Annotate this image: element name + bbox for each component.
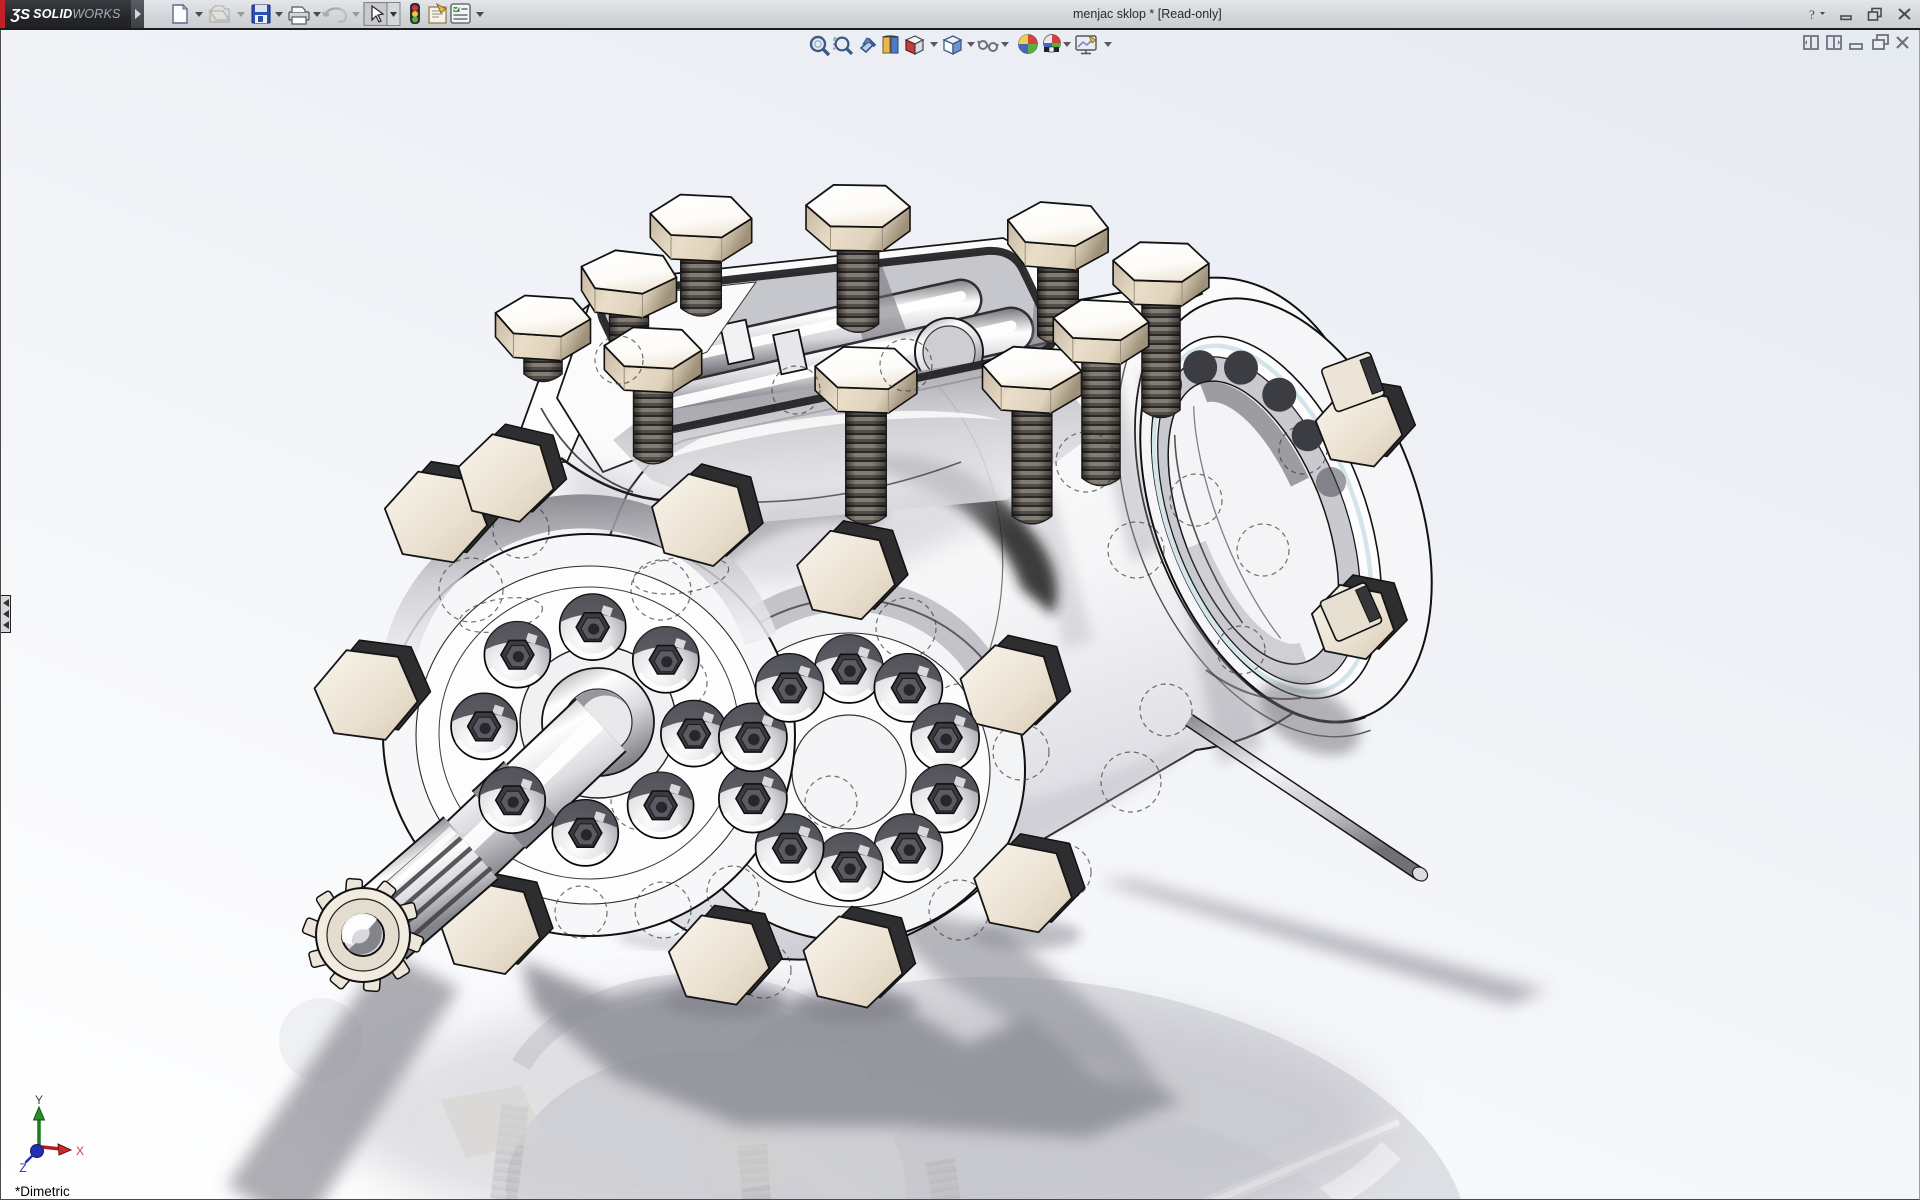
svg-text:X: X [76,1144,84,1158]
svg-text:*Dimetric: *Dimetric [15,1184,70,1199]
svg-text:?: ? [1809,7,1815,22]
svg-text:Z: Z [19,1161,26,1175]
svg-text:Y: Y [35,1093,43,1107]
